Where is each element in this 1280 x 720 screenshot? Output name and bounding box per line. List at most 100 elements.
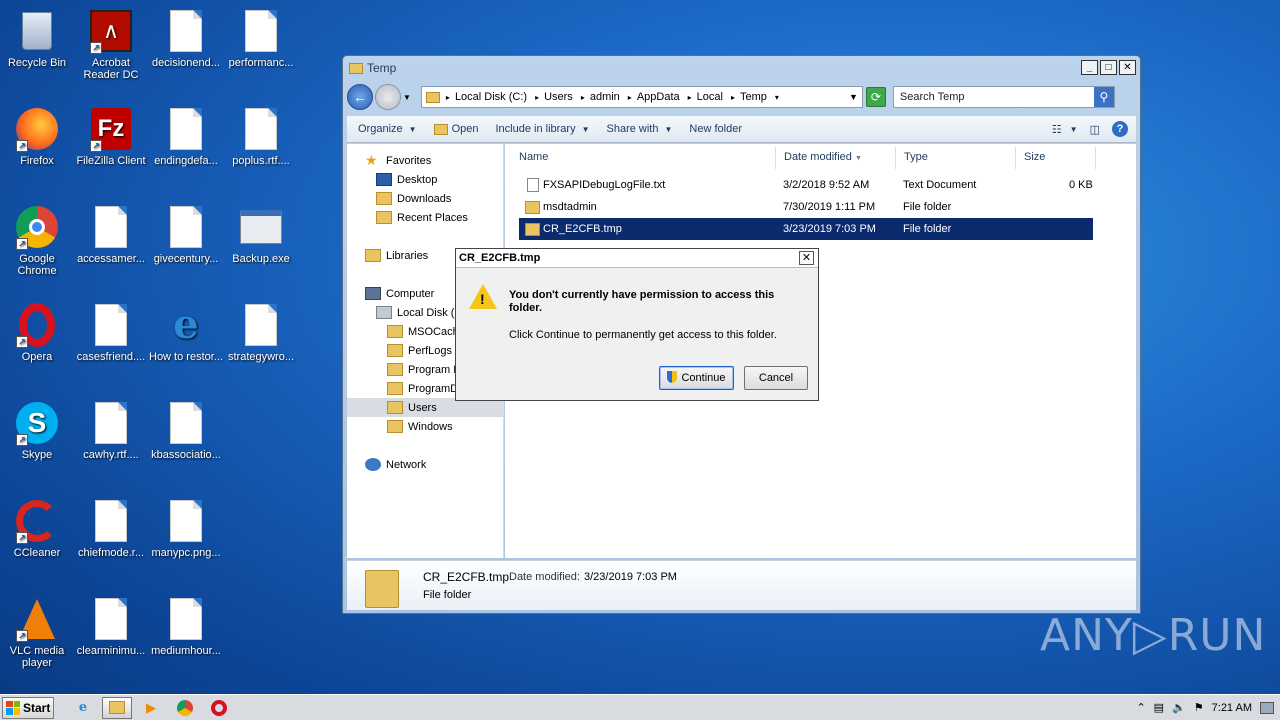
- breadcrumb-chevron-icon[interactable]: ▸: [688, 93, 692, 102]
- folder-icon: [387, 382, 403, 395]
- organize-button[interactable]: Organize ▼: [358, 123, 417, 135]
- chevron-down-icon: ▼: [408, 124, 417, 134]
- include-in-library-button[interactable]: Include in library ▼: [495, 123, 589, 135]
- file-desktop-icon[interactable]: poplus.rtf....: [224, 106, 298, 167]
- firefox-desktop-icon[interactable]: ↗ Firefox: [0, 106, 74, 167]
- breadcrumb-users[interactable]: Users: [544, 91, 573, 103]
- taskbar-explorer-icon[interactable]: [102, 696, 132, 719]
- file-desktop-icon[interactable]: decisionend...: [149, 8, 223, 69]
- column-header-date[interactable]: Date modified ▼: [776, 147, 896, 169]
- forward-button[interactable]: →: [375, 84, 401, 110]
- taskbar-chrome-icon[interactable]: [170, 697, 200, 719]
- address-bar[interactable]: ▸ Local Disk (C:) ▸ Users ▸ admin ▸ AppD…: [420, 86, 863, 108]
- tray-network-icon[interactable]: ▤: [1154, 701, 1164, 714]
- column-header-name[interactable]: Name: [511, 147, 776, 169]
- nav-folder-windows[interactable]: Windows: [387, 420, 497, 433]
- internet-explorer-icon: e: [173, 301, 199, 348]
- desktop-icon-label: clearminimu...: [76, 645, 146, 657]
- folder-icon: [425, 91, 440, 103]
- dialog-close-button[interactable]: ✕: [799, 251, 814, 265]
- refresh-button[interactable]: ⟳: [865, 87, 886, 107]
- breadcrumb-local[interactable]: Local: [697, 91, 723, 103]
- chevron-down-icon[interactable]: ▼: [1070, 125, 1078, 134]
- view-options-icon[interactable]: ☷: [1052, 123, 1062, 136]
- windows-flag-icon: [6, 700, 20, 715]
- breadcrumb-temp[interactable]: Temp: [740, 91, 767, 103]
- back-button[interactable]: ←: [347, 84, 373, 110]
- minimize-button[interactable]: _: [1081, 60, 1098, 75]
- desktop-icon-label: givecentury...: [153, 253, 219, 265]
- nav-libraries[interactable]: Libraries: [365, 249, 428, 262]
- breadcrumb-admin[interactable]: admin: [590, 91, 620, 103]
- tray-volume-icon[interactable]: 🔈: [1172, 701, 1186, 714]
- backup-exe-desktop-icon[interactable]: Backup.exe: [224, 204, 298, 265]
- breadcrumb-chevron-icon[interactable]: ▸: [581, 93, 585, 102]
- breadcrumb-chevron-icon[interactable]: ▸: [628, 93, 632, 102]
- address-dropdown-icon[interactable]: ▼: [849, 92, 858, 102]
- file-desktop-icon[interactable]: clearminimu...: [74, 596, 148, 657]
- share-with-button[interactable]: Share with ▼: [607, 123, 673, 135]
- search-input[interactable]: Search Temp ⚲: [892, 86, 1115, 108]
- anyrun-watermark: ANY▷RUN: [1040, 610, 1267, 661]
- skype-desktop-icon[interactable]: S ↗ Skype: [0, 400, 74, 461]
- column-header-size[interactable]: Size: [1016, 147, 1096, 169]
- breadcrumb-chevron-icon[interactable]: ▸: [535, 93, 539, 102]
- nav-recent-places[interactable]: Recent Places: [376, 211, 468, 224]
- chrome-desktop-icon[interactable]: ↗ Google Chrome: [0, 204, 74, 277]
- opera-desktop-icon[interactable]: ↗ Opera: [0, 302, 74, 363]
- tray-action-center-icon[interactable]: ⚑: [1194, 701, 1204, 714]
- taskbar-opera-icon[interactable]: [204, 697, 234, 719]
- nav-downloads[interactable]: Downloads: [376, 192, 451, 205]
- continue-button[interactable]: Continue: [659, 366, 734, 390]
- help-icon[interactable]: ?: [1112, 121, 1128, 137]
- taskbar-media-player-icon[interactable]: ▶: [136, 697, 166, 719]
- show-desktop-icon[interactable]: [1260, 701, 1274, 714]
- acrobat-desktop-icon[interactable]: ∧ ↗ Acrobat Reader DC: [74, 8, 148, 81]
- file-desktop-icon[interactable]: mediumhour...: [149, 596, 223, 657]
- file-desktop-icon[interactable]: endingdefa...: [149, 106, 223, 167]
- filezilla-desktop-icon[interactable]: Fz ↗ FileZilla Client: [74, 106, 148, 167]
- column-header-type[interactable]: Type: [896, 147, 1016, 169]
- document-icon: [245, 108, 277, 150]
- explorer-titlebar[interactable]: Temp: [343, 56, 1140, 80]
- file-desktop-icon[interactable]: givecentury...: [149, 204, 223, 265]
- breadcrumb-chevron-icon[interactable]: ▸: [731, 93, 735, 102]
- close-button[interactable]: ✕: [1119, 60, 1136, 75]
- file-row[interactable]: FXSAPIDebugLogFile.txt 3/2/2018 9:52 AM …: [519, 174, 1093, 196]
- file-row[interactable]: msdtadmin 7/30/2019 1:11 PM File folder: [519, 196, 1093, 218]
- file-desktop-icon[interactable]: chiefmode.r...: [74, 498, 148, 559]
- nav-network[interactable]: Network: [365, 458, 426, 471]
- ccleaner-desktop-icon[interactable]: ↗ CCleaner: [0, 498, 74, 559]
- start-button[interactable]: Start: [2, 696, 54, 719]
- preview-pane-icon[interactable]: ◫: [1090, 123, 1100, 136]
- file-desktop-icon[interactable]: manypc.png...: [149, 498, 223, 559]
- recent-pages-chevron-icon[interactable]: ▼: [403, 93, 411, 102]
- nav-desktop[interactable]: Desktop: [376, 173, 437, 186]
- file-desktop-icon[interactable]: cawhy.rtf....: [74, 400, 148, 461]
- vlc-desktop-icon[interactable]: ↗ VLC media player: [0, 596, 74, 669]
- cancel-button[interactable]: Cancel: [744, 366, 808, 390]
- search-icon[interactable]: ⚲: [1093, 87, 1114, 107]
- file-desktop-icon[interactable]: strategywro...: [224, 302, 298, 363]
- recycle-bin-desktop-icon[interactable]: Recycle Bin: [0, 8, 74, 69]
- breadcrumb-chevron-icon[interactable]: ▾: [775, 93, 779, 102]
- maximize-button[interactable]: □: [1100, 60, 1117, 75]
- dialog-titlebar[interactable]: CR_E2CFB.tmp: [456, 249, 818, 268]
- taskbar-internet-explorer-icon[interactable]: e: [68, 697, 98, 719]
- file-row-selected[interactable]: CR_E2CFB.tmp 3/23/2019 7:03 PM File fold…: [519, 218, 1093, 240]
- tray-overflow-icon[interactable]: ⌃: [1136, 701, 1145, 714]
- file-desktop-icon[interactable]: accessamer...: [74, 204, 148, 265]
- new-folder-button[interactable]: New folder: [689, 123, 742, 135]
- breadcrumb-appdata[interactable]: AppData: [637, 91, 680, 103]
- file-desktop-icon[interactable]: performanc...: [224, 8, 298, 69]
- breadcrumb-local-disk[interactable]: Local Disk (C:): [455, 91, 527, 103]
- desktop-icon-label: decisionend...: [152, 57, 220, 69]
- nav-computer[interactable]: Computer: [365, 287, 434, 300]
- open-button[interactable]: Open: [433, 123, 478, 135]
- ie-shortcut-desktop-icon[interactable]: e How to restor...: [149, 301, 223, 364]
- file-desktop-icon[interactable]: casesfriend....: [74, 302, 148, 363]
- breadcrumb-chevron-icon[interactable]: ▸: [446, 93, 450, 102]
- taskbar-clock[interactable]: 7:21 AM: [1212, 702, 1252, 714]
- file-desktop-icon[interactable]: kbassociatio...: [149, 400, 223, 461]
- nav-favorites[interactable]: ★ Favorites: [365, 154, 431, 167]
